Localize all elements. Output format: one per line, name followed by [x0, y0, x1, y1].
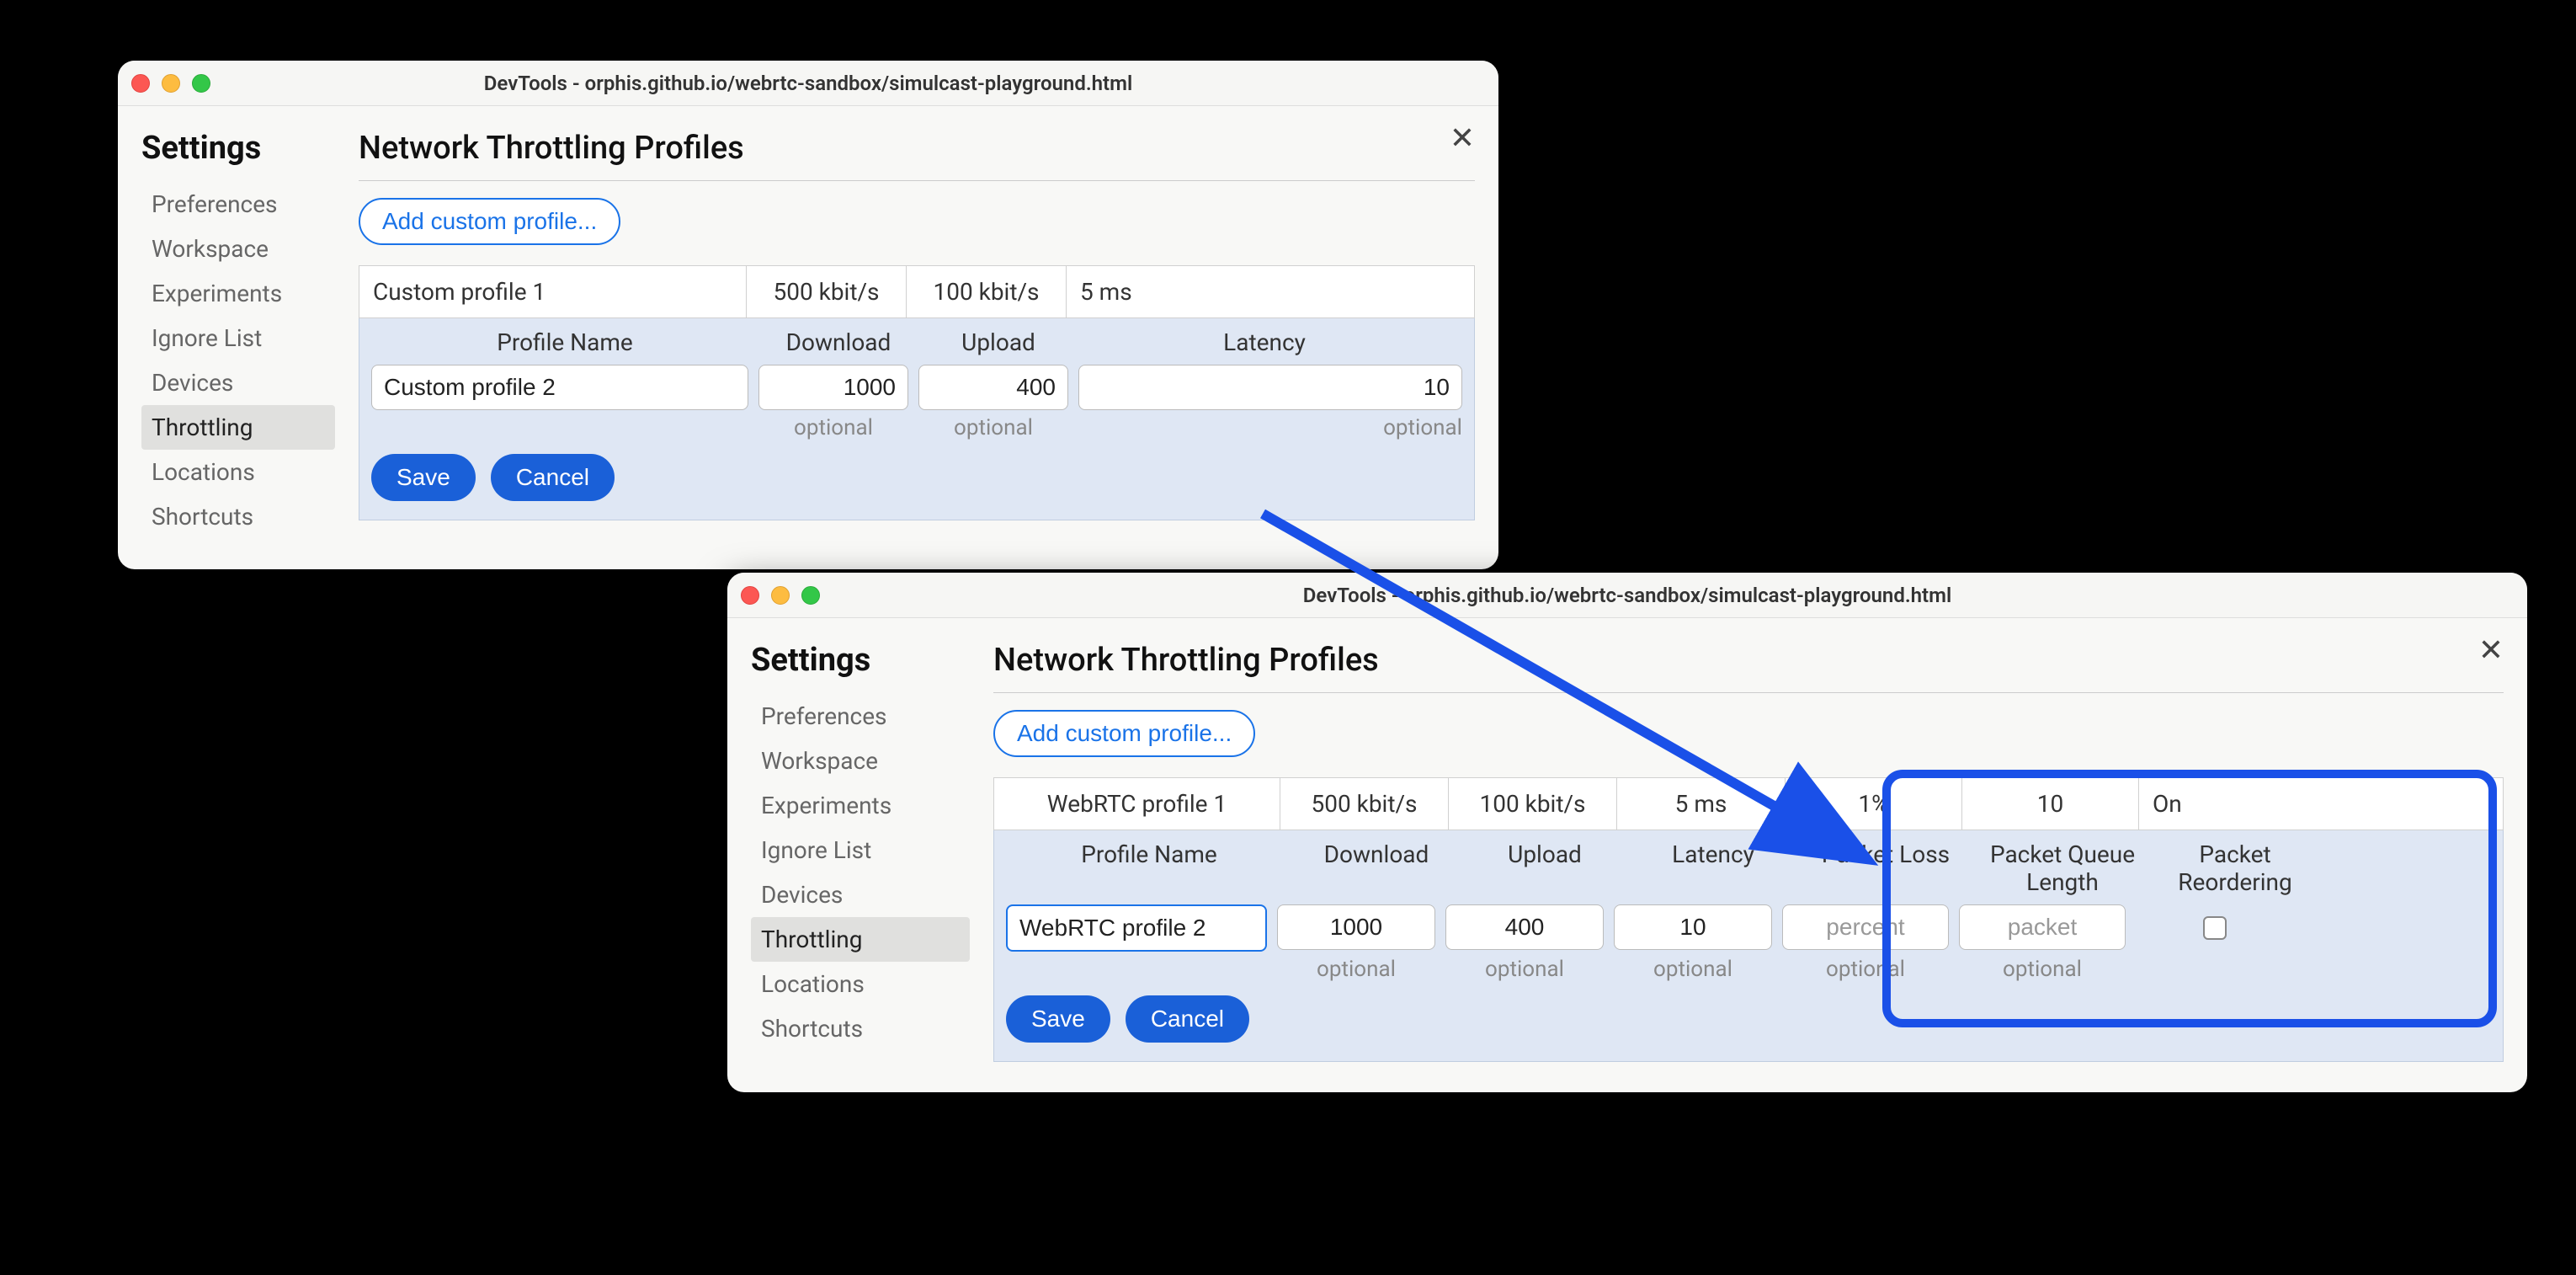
sidebar-item-experiments[interactable]: Experiments: [751, 783, 970, 828]
sidebar-item-experiments[interactable]: Experiments: [141, 271, 335, 316]
window-title: DevTools - orphis.github.io/webrtc-sandb…: [727, 584, 2527, 607]
profile-upload-cell: 100 kbit/s: [1449, 778, 1617, 830]
profile-edit-panel: Profile Name Download Upload Latency opt…: [359, 318, 1475, 520]
sidebar-item-shortcuts[interactable]: Shortcuts: [751, 1006, 970, 1051]
settings-heading: Settings: [751, 642, 970, 679]
cancel-button[interactable]: Cancel: [1126, 995, 1249, 1043]
latency-input[interactable]: [1614, 904, 1772, 950]
upload-input[interactable]: [1445, 904, 1604, 950]
window-maximize-icon[interactable]: [192, 74, 210, 93]
column-header-download: Download: [1292, 840, 1461, 896]
profile-latency-cell: 5 ms: [1067, 266, 1474, 317]
window-maximize-icon[interactable]: [801, 586, 820, 605]
titlebar: DevTools - orphis.github.io/webrtc-sandb…: [118, 61, 1498, 106]
save-button[interactable]: Save: [371, 454, 476, 501]
profile-name-cell: WebRTC profile 1: [994, 778, 1280, 830]
optional-hint: optional: [918, 415, 1068, 440]
sidebar-item-workspace[interactable]: Workspace: [751, 739, 970, 783]
packet-loss-input[interactable]: [1782, 904, 1949, 950]
settings-main: Network Throttling Profiles Add custom p…: [993, 642, 2504, 1062]
settings-sidebar: Settings Preferences Workspace Experimen…: [141, 130, 335, 539]
profile-name-input[interactable]: [1006, 904, 1267, 952]
optional-hint: optional: [1078, 415, 1462, 440]
divider: [993, 692, 2504, 693]
column-header-latency: Latency: [1629, 840, 1797, 896]
page-title: Network Throttling Profiles: [359, 130, 1475, 167]
column-header-packet-loss: Packet Loss: [1797, 840, 1974, 896]
settings-sidebar: Settings Preferences Workspace Experimen…: [751, 642, 970, 1062]
profile-download-cell: 500 kbit/s: [747, 266, 907, 317]
column-header-packet-queue: Packet Queue Length: [1974, 840, 2151, 896]
sidebar-item-locations[interactable]: Locations: [141, 450, 335, 494]
window-title: DevTools - orphis.github.io/webrtc-sandb…: [118, 72, 1498, 95]
column-header-upload: Upload: [918, 328, 1078, 356]
sidebar-item-throttling[interactable]: Throttling: [751, 917, 970, 962]
profile-edit-panel: Profile Name Download Upload Latency Pac…: [993, 830, 2504, 1062]
column-header-name: Profile Name: [371, 328, 758, 356]
packet-queue-input[interactable]: [1959, 904, 2126, 950]
upload-input[interactable]: [918, 365, 1068, 410]
window-minimize-icon[interactable]: [771, 586, 790, 605]
profile-packet-loss-cell: 1%: [1786, 778, 1962, 830]
sidebar-item-throttling[interactable]: Throttling: [141, 405, 335, 450]
column-header-packet-reorder: Packet Reordering: [2151, 840, 2319, 896]
optional-hint: optional: [758, 415, 908, 440]
sidebar-item-devices[interactable]: Devices: [751, 872, 970, 917]
column-header-download: Download: [758, 328, 918, 356]
page-title: Network Throttling Profiles: [993, 642, 2504, 679]
close-settings-button[interactable]: ✕: [1450, 123, 1475, 153]
optional-hint: optional: [1614, 957, 1772, 982]
profile-upload-cell: 100 kbit/s: [907, 266, 1067, 317]
devtools-window-new: DevTools - orphis.github.io/webrtc-sandb…: [727, 573, 2527, 1092]
sidebar-item-shortcuts[interactable]: Shortcuts: [141, 494, 335, 539]
column-header-latency: Latency: [1078, 328, 1462, 356]
add-custom-profile-button[interactable]: Add custom profile...: [993, 710, 1255, 757]
sidebar-item-ignore-list[interactable]: Ignore List: [751, 828, 970, 872]
optional-hint: optional: [1959, 957, 2126, 982]
optional-hint: optional: [1445, 957, 1604, 982]
profile-row[interactable]: WebRTC profile 1 500 kbit/s 100 kbit/s 5…: [993, 777, 2504, 830]
window-minimize-icon[interactable]: [162, 74, 180, 93]
sidebar-item-preferences[interactable]: Preferences: [751, 694, 970, 739]
profile-download-cell: 500 kbit/s: [1280, 778, 1449, 830]
profile-name-cell: Custom profile 1: [359, 266, 747, 317]
titlebar: DevTools - orphis.github.io/webrtc-sandb…: [727, 573, 2527, 618]
optional-hint: optional: [1277, 957, 1435, 982]
divider: [359, 180, 1475, 181]
sidebar-item-workspace[interactable]: Workspace: [141, 227, 335, 271]
save-button[interactable]: Save: [1006, 995, 1110, 1043]
column-header-upload: Upload: [1461, 840, 1629, 896]
window-close-icon[interactable]: [131, 74, 150, 93]
profile-latency-cell: 5 ms: [1617, 778, 1786, 830]
devtools-window-old: DevTools - orphis.github.io/webrtc-sandb…: [118, 61, 1498, 569]
sidebar-item-preferences[interactable]: Preferences: [141, 182, 335, 227]
optional-hint: optional: [1782, 957, 1949, 982]
cancel-button[interactable]: Cancel: [491, 454, 615, 501]
download-input[interactable]: [1277, 904, 1435, 950]
add-custom-profile-button[interactable]: Add custom profile...: [359, 198, 620, 245]
column-header-name: Profile Name: [1006, 840, 1292, 896]
profile-packet-reorder-cell: On: [2139, 778, 2307, 830]
settings-heading: Settings: [141, 130, 335, 167]
profile-name-input[interactable]: [371, 365, 748, 410]
download-input[interactable]: [758, 365, 908, 410]
traffic-lights: [131, 74, 210, 93]
sidebar-item-ignore-list[interactable]: Ignore List: [141, 316, 335, 360]
profile-row[interactable]: Custom profile 1 500 kbit/s 100 kbit/s 5…: [359, 265, 1475, 318]
sidebar-item-devices[interactable]: Devices: [141, 360, 335, 405]
sidebar-item-locations[interactable]: Locations: [751, 962, 970, 1006]
packet-reordering-checkbox[interactable]: [2203, 916, 2227, 940]
settings-main: Network Throttling Profiles Add custom p…: [359, 130, 1475, 539]
latency-input[interactable]: [1078, 365, 1462, 410]
window-close-icon[interactable]: [741, 586, 759, 605]
traffic-lights: [741, 586, 820, 605]
profile-packet-queue-cell: 10: [1962, 778, 2139, 830]
